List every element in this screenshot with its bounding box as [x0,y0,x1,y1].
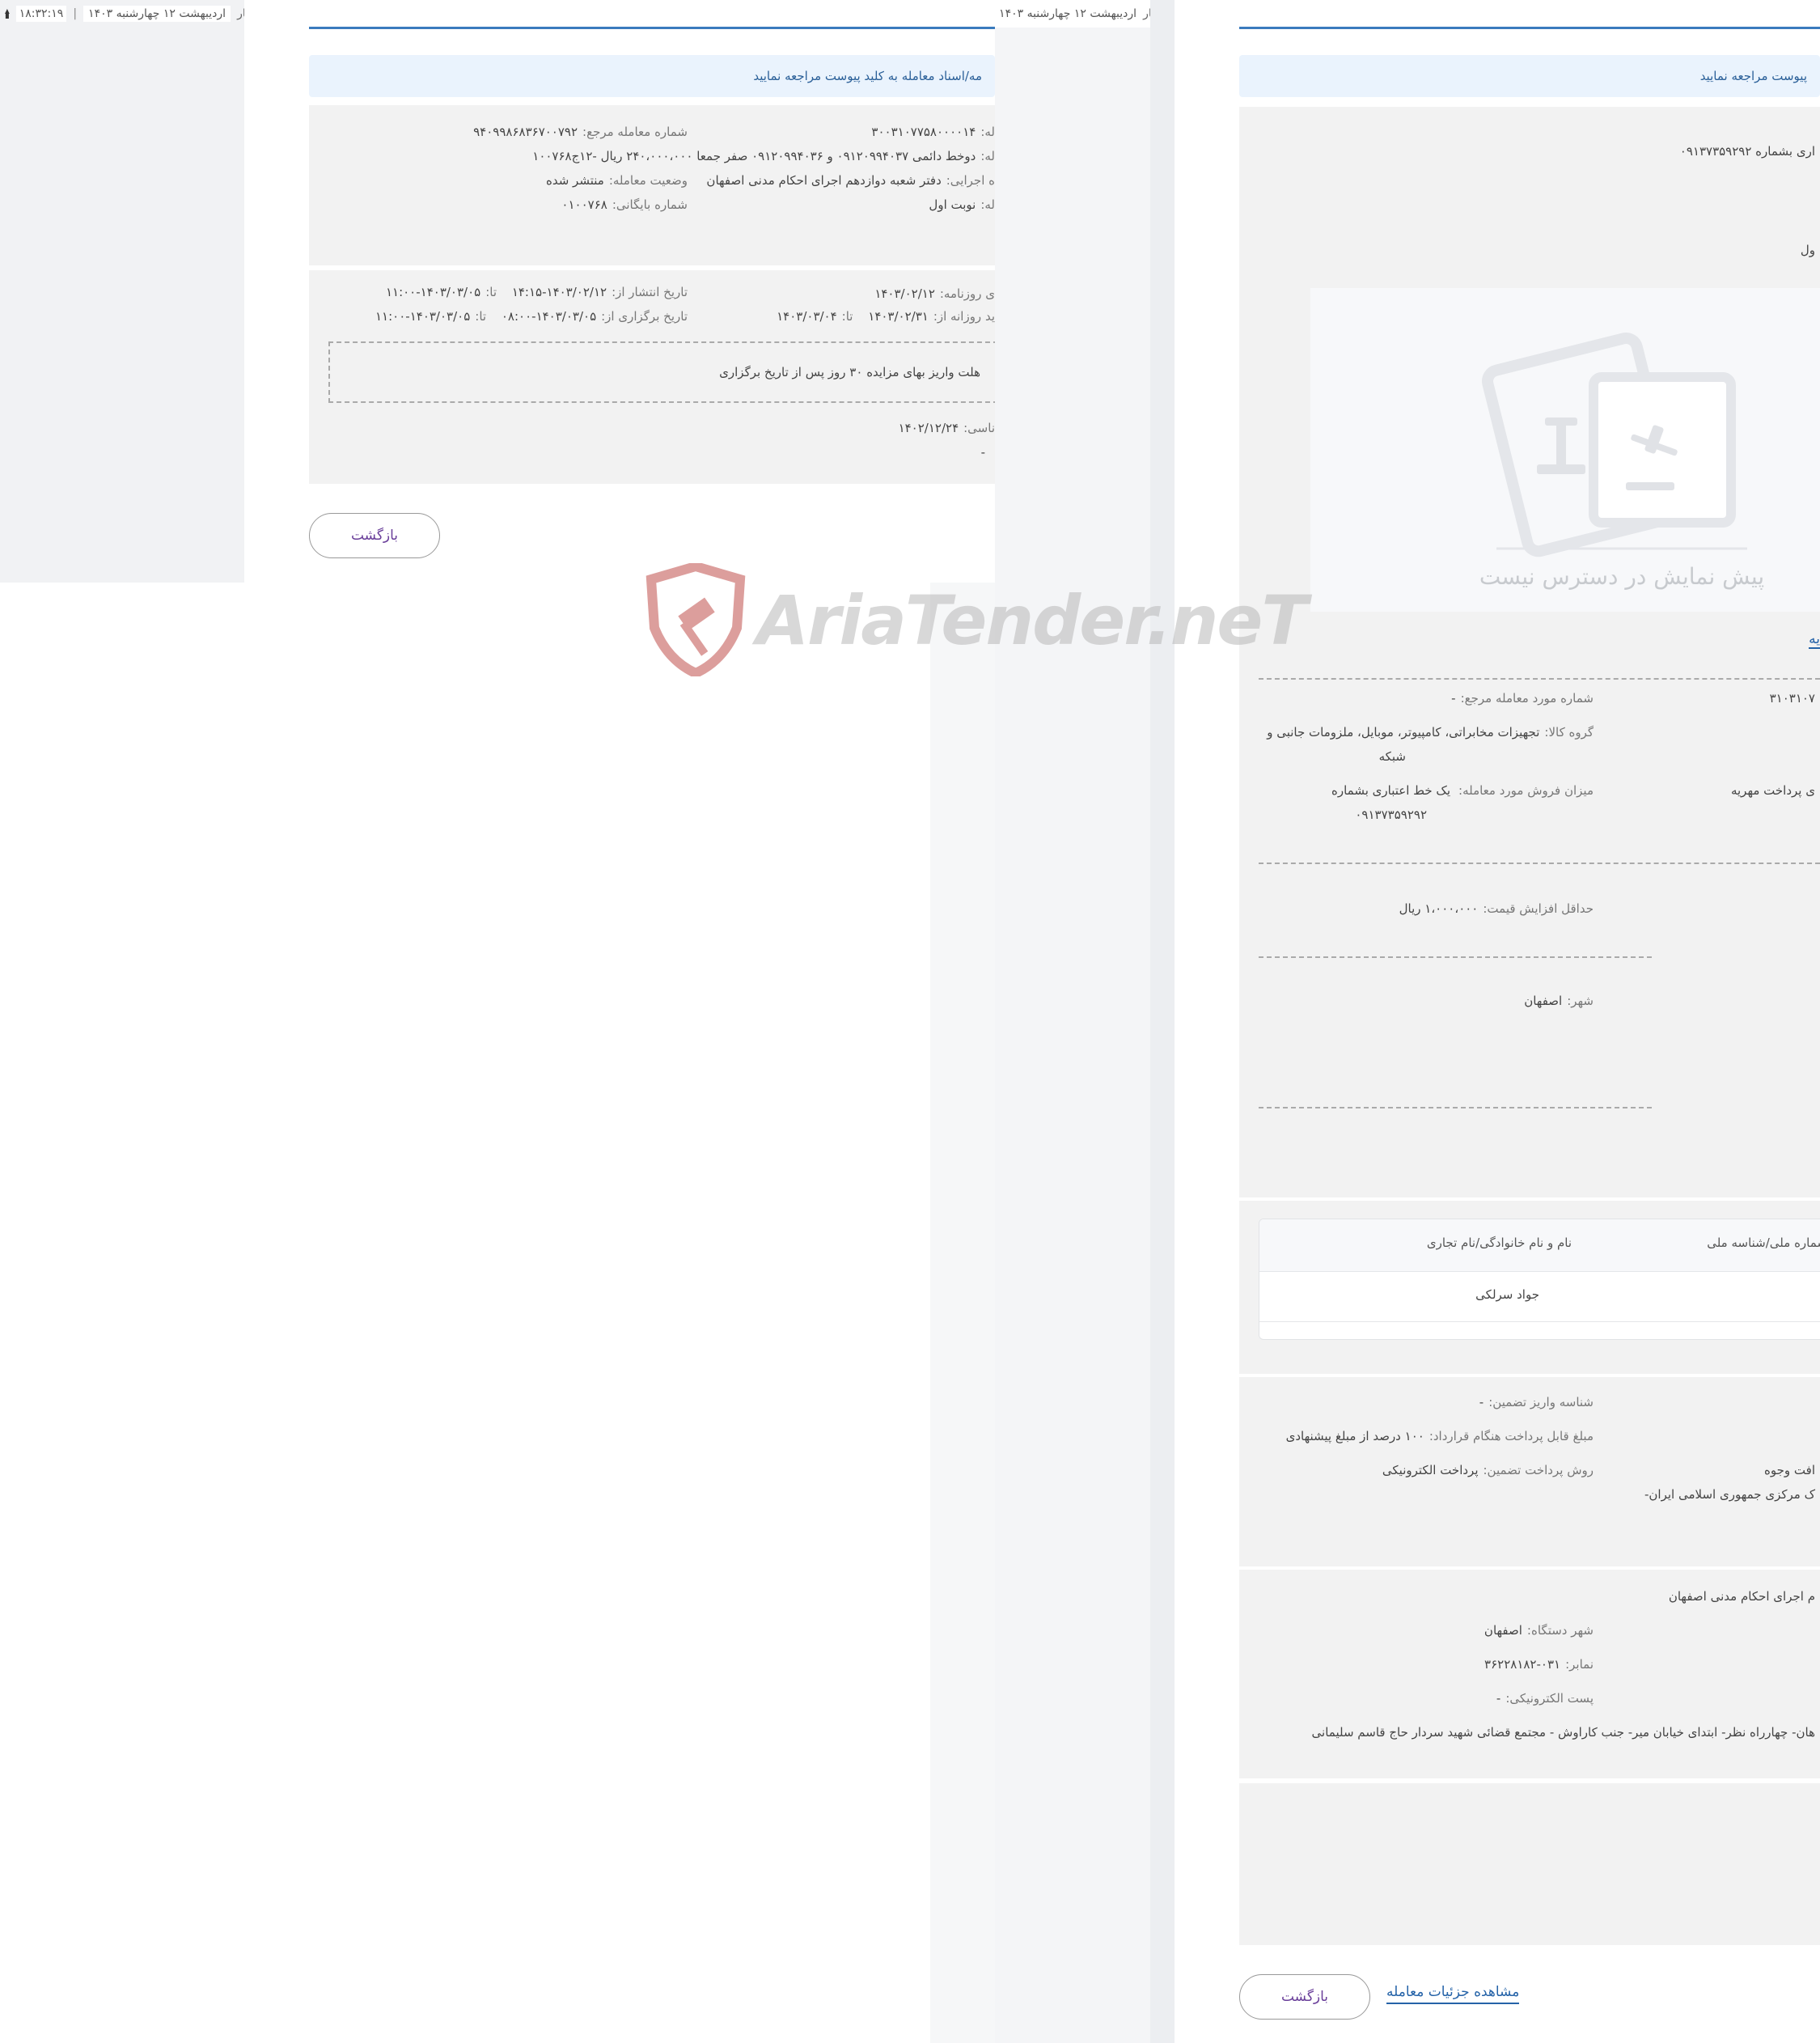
info-row-status: وضعیت معامله:منتشر شده [545,173,688,188]
attachment-notice: پیوست مراجعه نمایید [1239,55,1820,97]
ref-item-number: شماره مورد معامله مرجع:- [1451,691,1594,706]
org-fax: نمابر:۰۳۱-۳۶۲۲۸۱۸۲ [1484,1657,1594,1672]
preview-unavailable-text: پیش نمایش در دسترس نیست [1479,563,1765,590]
topbar-time: ۱۸:۳۲:۱۹ [15,6,67,22]
mahr-fragment: ی پرداخت مهریه [1730,783,1815,798]
left-screen-topbar: بار اردیبهشت ۱۲ چهارشنبه ۱۴۰۳ | ۱۸:۳۲:۱۹ [0,0,254,28]
info-row-ref-number: شماره معامله مرجع:۹۴۰۹۹۸۶۸۳۶۷۰۰۷۹۲ [473,125,688,139]
winners-panel: شماره ملی/شناسه ملی نام و نام خانوادگی/ن… [1239,1201,1820,1374]
table-row [1259,1271,1820,1322]
newspaper-date: ی روزنامه:۱۴۰۳/۰۲/۱۲ [874,286,995,301]
info-row-executor: ه اجرایی:دفتر شعبه دوازدهم اجرای احکام م… [706,173,995,188]
organization-panel: م اجرای احکام مدنی اصفهان شهر دستگاه:اصف… [1239,1570,1820,1778]
header-rule [1239,27,1820,29]
winners-table: شماره ملی/شناسه ملی نام و نام خانوادگی/ن… [1259,1219,1820,1340]
divider [1259,956,1652,958]
gavel-document-icon [1482,333,1747,557]
empty-panel [1239,1783,1820,1945]
column-header-name: نام و نام خانوادگی/نام تجاری [1426,1236,1572,1250]
goods-group: گروه کالا:تجهیزات مخابراتی، کامپیوتر، مو… [1267,725,1594,740]
info-row-archive: شماره بایگانی:۰۱۰۰۷۶۸ [561,197,688,212]
watermark-shield-icon [645,563,746,676]
guarantee-method: روش پرداخت تضمین:پرداخت الکترونیکی [1382,1463,1594,1477]
expert-date: ناسی:۱۴۰۲/۱۲/۲۴ [898,421,995,435]
org-address: هان- چهارراه نظر- ابتدای خیابان میر- جنب… [1311,1725,1815,1740]
middle-screen: مه/اسناد معامله به کلید پیوست مراجعه نما… [244,0,995,583]
info-row-round: له:نوبت اول [929,197,995,212]
header-rule [309,27,995,29]
min-price-increase: حداقل افزایش قیمت:۱،۰۰۰،۰۰۰ ریال [1399,901,1594,916]
dates-panel: ی روزنامه:۱۴۰۳/۰۲/۱۲ تاریخ انتشار از:۱۴۰… [309,270,995,484]
divider [1259,678,1820,680]
topbar-date: اردیبهشت ۱۲ چهارشنبه ۱۴۰۳ [83,6,231,22]
back-button[interactable]: بازگشت [1239,1974,1370,2020]
empty-value: - [980,445,985,460]
contract-payment: مبلغ قابل پرداخت هنگام قرارداد:۱۰۰ درصد … [1285,1429,1594,1443]
divider [1259,863,1820,864]
topbar-separator: | [73,7,78,20]
bank-fragment: ک مرکزی جمهوری اسلامی ایران- [1644,1487,1815,1502]
sale-amount: میزان فروش مورد معامله:یک خط اعتباری بشم… [1331,783,1594,798]
receive-fragment: افت وجوه [1764,1463,1815,1477]
city: شهر:اصفهان [1524,994,1594,1008]
attachments-link-fragment[interactable]: یه [1809,631,1820,649]
left-screen-background [0,0,244,583]
round-fragment: ول [1800,243,1815,257]
visit-range: ید روزانه از:۱۴۰۳/۰۲/۳۱ تا:۱۴۰۳/۰۳/۰۴ [777,309,995,324]
view-deal-details-link[interactable]: مشاهده جزئیات معامله [1386,1984,1520,2004]
info-row-title: له:دوخط دائمی ۰۹۱۲۰۹۹۴۰۳۷ و ۰۹۱۲۰۹۹۴۰۳۶ … [532,149,995,163]
guarantee-id: شناسه واریز تضمین:- [1479,1395,1594,1409]
sale-amount-cont: ۰۹۱۳۷۳۵۹۲۹۲ [1355,807,1427,822]
watermark-text: AriaTender.neT [756,581,1308,660]
org-email: پست الکترونیکی:- [1496,1691,1594,1706]
document-preview: پیش نمایش در دسترس نیست [1310,288,1820,612]
info-panel: له:۳۰۰۳۱۰۷۷۵۸۰۰۰۰۱۴ شماره معامله مرجع:۹۴… [309,105,995,265]
divider [1259,1107,1652,1108]
watermark: AriaTender.neT [643,563,1308,685]
topbar-date: اردیبهشت ۱۲ چهارشنبه ۱۴۰۳ [999,7,1137,20]
org-city: شهر دستگاه:اصفهان [1484,1623,1594,1638]
publish-range: تاریخ انتشار از:۱۴۰۳/۰۲/۱۲-۱۴:۱۵ تا:۱۴۰۳… [385,285,688,299]
details-panel: اری بشماره ۰۹۱۳۷۳۵۹۲۹۲ ول پیش نمایش در د… [1239,107,1820,1197]
middle-screen-topbar: بار اردیبهشت ۱۲ چهارشنبه ۱۴۰۳ | ۱۴ [995,0,1160,28]
right-screen-left-gutter [1150,0,1175,2043]
column-header-national-id: شماره ملی/شناسه ملی [1707,1236,1820,1250]
goods-group-cont: شبکه [1378,749,1406,764]
payment-deadline-note: هلت واریز بهای مزایده ۳۰ روز پس از تاریخ… [328,341,995,403]
info-row-number: له:۳۰۰۳۱۰۷۷۵۸۰۰۰۰۱۴ [871,125,995,139]
home-icon[interactable] [5,9,10,19]
payment-panel: شناسه واریز تضمین:- مبلغ قابل پرداخت هنگ… [1239,1377,1820,1566]
phone-line-fragment: اری بشماره ۰۹۱۳۷۳۵۹۲۹۲ [1679,144,1815,159]
middle-screen-right-strip [995,0,1150,2043]
right-screen: پیوست مراجعه نمایید اری بشماره ۰۹۱۳۷۳۵۹۲… [1175,0,1820,2043]
code-fragment: ۳۱۰۳۱۰۷ [1769,691,1815,706]
hold-range: تاریخ برگزاری از:۱۴۰۳/۰۳/۰۵-۰۸:۰۰ تا:۱۴۰… [375,309,688,324]
org-name-fragment: م اجرای احکام مدنی اصفهان [1668,1589,1815,1604]
cell-name: جواد سرلکی [1475,1287,1539,1302]
attachment-notice: مه/اسناد معامله به کلید پیوست مراجعه نما… [309,55,995,97]
divider-strip [930,583,995,2043]
back-button[interactable]: بازگشت [309,513,440,558]
